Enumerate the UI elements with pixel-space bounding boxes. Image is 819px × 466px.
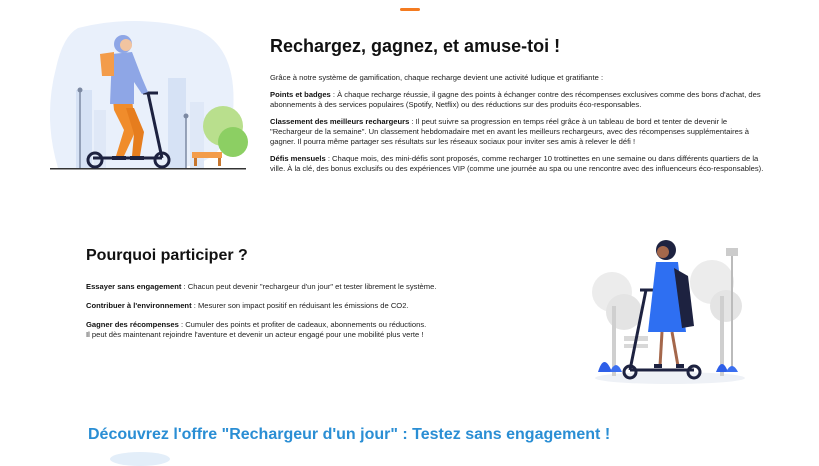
feature-text: : À chaque recharge réussie, il gagne de… <box>270 90 761 109</box>
accent-bar <box>400 8 420 11</box>
decorative-blob <box>110 452 170 466</box>
section-title: Pourquoi participer ? <box>86 247 248 264</box>
reason-rewards: Gagner des récompenses : Cumuler des poi… <box>86 320 556 340</box>
woman-on-scooter-illustration <box>590 232 750 384</box>
reason-text: : Chacun peut devenir "rechargeur d'un j… <box>181 282 437 291</box>
reason-text: : Cumuler des points et profiter de cade… <box>178 320 427 329</box>
feature-leaderboard: Classement des meilleurs rechargeurs : I… <box>270 117 770 147</box>
section-intro: Grâce à notre système de gamification, c… <box>270 73 604 82</box>
feature-monthly-challenges: Défis mensuels : Chaque mois, des mini-d… <box>270 154 770 174</box>
closing-text: Il peut dès maintenant rejoindre l'avent… <box>86 330 424 339</box>
feature-points-badges: Points et badges : À chaque recharge réu… <box>270 90 770 110</box>
reason-try: Essayer sans engagement : Chacun peut de… <box>86 282 556 292</box>
why-participate-section: Pourquoi participer ? Essayer sans engag… <box>86 247 556 349</box>
man-on-scooter-illustration <box>48 18 248 176</box>
feature-label: Points et badges <box>270 90 331 99</box>
reason-label: Essayer sans engagement <box>86 282 182 291</box>
reason-label: Gagner des récompenses <box>86 320 179 329</box>
feature-label: Défis mensuels <box>270 154 326 163</box>
gamification-section: Rechargez, gagnez, et amuse-toi ! Grâce … <box>270 36 770 181</box>
reason-text: : Mesurer son impact positif en réduisan… <box>191 301 409 310</box>
reason-label: Contribuer à l'environnement <box>86 301 192 310</box>
feature-text: : Chaque mois, des mini-défis sont propo… <box>270 154 764 173</box>
reason-environment: Contribuer à l'environnement : Mesurer s… <box>86 301 556 311</box>
section-title: Rechargez, gagnez, et amuse-toi ! <box>270 36 561 56</box>
feature-label: Classement des meilleurs rechargeurs <box>270 117 410 126</box>
cta-heading: Découvrez l'offre "Rechargeur d'un jour"… <box>88 426 611 443</box>
